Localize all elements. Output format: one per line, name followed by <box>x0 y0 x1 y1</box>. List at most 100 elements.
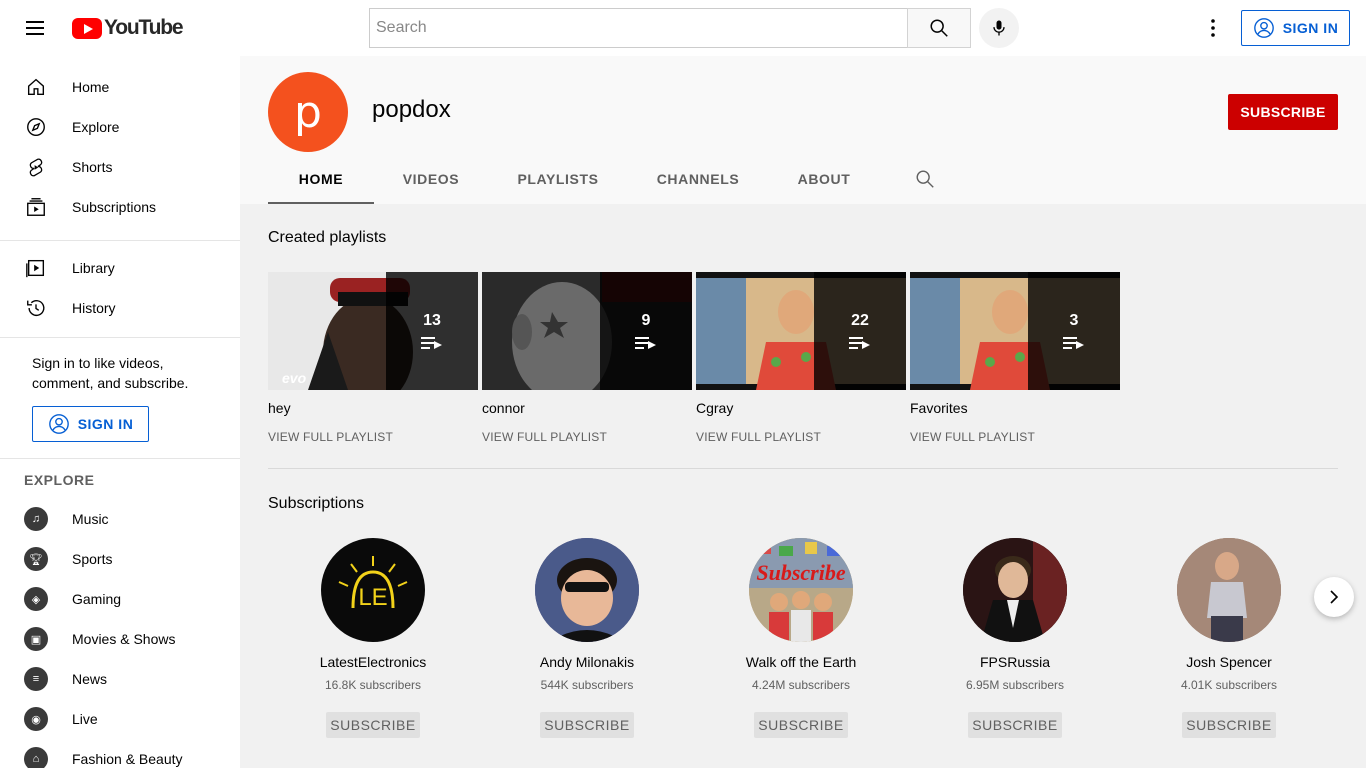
channel-header: p popdox SUBSCRIBE HOME VIDEOS PLAYLISTS… <box>240 56 1366 204</box>
playlist-card[interactable]: evo 13 hey VIEW FULL PLAYLIST <box>268 272 478 444</box>
channel-avatar[interactable] <box>1177 538 1281 642</box>
subscription-channel-card: Josh Spencer 4.01K subscribers SUBSCRIBE <box>1124 538 1334 738</box>
sidebar-item-label: Live <box>72 711 98 727</box>
sidebar-item-home[interactable]: Home <box>0 67 240 107</box>
playlist-title[interactable]: Favorites <box>910 400 1120 416</box>
playlist-video-count: 3 <box>1069 312 1079 329</box>
subscription-channel-name[interactable]: Andy Milonakis <box>482 654 692 670</box>
view-full-playlist-link[interactable]: VIEW FULL PLAYLIST <box>696 430 906 444</box>
subscription-channel-name[interactable]: FPSRussia <box>910 654 1120 670</box>
sidebar-item-label: Shorts <box>72 159 113 175</box>
evo-badge: evo <box>282 370 307 386</box>
channel-search-icon[interactable] <box>914 168 938 192</box>
menu-icon[interactable] <box>24 18 48 38</box>
sidebar-item-shorts[interactable]: Shorts <box>0 147 240 187</box>
subscriptions-section-title: Subscriptions <box>268 495 365 512</box>
subscribe-button[interactable]: SUBSCRIBE <box>326 712 420 738</box>
andy-avatar-image <box>535 538 639 642</box>
subscription-channel-name[interactable]: Walk off the Earth <box>696 654 906 670</box>
sidebar-item-music[interactable]: ♫ Music <box>0 499 240 539</box>
sidebar-sign-in-button[interactable]: SIGN IN <box>32 406 149 442</box>
microphone-icon <box>993 20 1005 36</box>
tab-videos[interactable]: VIDEOS <box>374 156 488 204</box>
sidebar-item-movies[interactable]: ▣ Movies & Shows <box>0 619 240 659</box>
sign-in-label: SIGN IN <box>77 416 134 432</box>
play-logo-icon <box>72 17 102 39</box>
subscription-channel-name[interactable]: LatestElectronics <box>268 654 478 670</box>
view-full-playlist-link[interactable]: VIEW FULL PLAYLIST <box>268 430 478 444</box>
playlist-icon <box>635 337 656 349</box>
sidebar-item-label: History <box>72 300 116 316</box>
playlist-thumbnail[interactable]: 3 <box>910 272 1120 390</box>
playlist-title[interactable]: Cgray <box>696 400 906 416</box>
next-arrow-button[interactable] <box>1314 577 1354 617</box>
view-full-playlist-link[interactable]: VIEW FULL PLAYLIST <box>910 430 1120 444</box>
subscription-channel-card: Subscribe Walk off the Earth 4.24M subsc… <box>696 538 906 738</box>
tab-channels[interactable]: CHANNELS <box>628 156 768 204</box>
subscribe-button[interactable]: SUBSCRIBE <box>540 712 634 738</box>
playlist-title[interactable]: hey <box>268 400 478 416</box>
subscribe-button[interactable]: SUBSCRIBE <box>754 712 848 738</box>
channel-name: popdox <box>372 96 451 123</box>
playlist-count-overlay: 9 <box>600 272 692 390</box>
search-box <box>369 8 908 48</box>
sign-in-promo-text: Sign in to like videos, comment, and sub… <box>32 355 189 391</box>
playlist-icon <box>849 337 870 349</box>
subscriber-count: 4.01K subscribers <box>1180 678 1278 692</box>
sidebar-item-news[interactable]: ≡ News <box>0 659 240 699</box>
playlist-thumbnail[interactable]: evo 13 <box>268 272 478 390</box>
playlist-video-count: 13 <box>423 312 441 329</box>
sign-in-button[interactable]: SIGN IN <box>1241 10 1350 46</box>
subscriber-count: 16.8K subscribers <box>324 678 422 692</box>
sidebar-item-label: Home <box>72 79 110 95</box>
account-icon <box>48 414 69 434</box>
tab-playlists[interactable]: PLAYLISTS <box>488 156 628 204</box>
playlist-thumbnail[interactable]: 9 <box>482 272 692 390</box>
search-button[interactable] <box>907 8 971 48</box>
playlist-icon <box>1063 337 1084 349</box>
subscribe-button[interactable]: SUBSCRIBE <box>1182 712 1276 738</box>
playlist-card[interactable]: 9 connor VIEW FULL PLAYLIST <box>482 272 692 444</box>
avatar-text: LE <box>358 584 387 611</box>
sidebar-item-live[interactable]: ◉ Live <box>0 699 240 739</box>
sidebar-item-subscriptions[interactable]: Subscriptions <box>0 187 240 227</box>
tab-home[interactable]: HOME <box>268 156 374 204</box>
playlist-count-overlay: 22 <box>814 272 906 390</box>
sidebar-divider <box>0 337 240 338</box>
youtube-logo[interactable]: YouTube <box>72 16 184 39</box>
sidebar-item-history[interactable]: History <box>0 288 240 328</box>
playlist-card[interactable]: 3 Favorites VIEW FULL PLAYLIST <box>910 272 1120 444</box>
trophy-icon: 🏆︎ <box>24 547 48 571</box>
playlist-video-count: 22 <box>851 312 869 329</box>
sidebar-item-library[interactable]: Library <box>0 248 240 288</box>
sidebar-item-fashion[interactable]: ⌂ Fashion & Beauty <box>0 739 240 768</box>
subscription-channel-name[interactable]: Josh Spencer <box>1124 654 1334 670</box>
shorts-icon <box>24 155 48 179</box>
sidebar-item-gaming[interactable]: ◈ Gaming <box>0 579 240 619</box>
playlist-count-overlay: 13 <box>386 272 478 390</box>
subscribe-button[interactable]: SUBSCRIBE <box>968 712 1062 738</box>
channel-avatar[interactable]: p <box>268 72 348 152</box>
fpsrussia-avatar-image <box>963 538 1067 642</box>
tab-about[interactable]: ABOUT <box>768 156 880 204</box>
walk-off-the-earth-avatar-image: Subscribe <box>749 538 853 642</box>
voice-search-button[interactable] <box>979 8 1019 48</box>
subscribe-button[interactable]: SUBSCRIBE <box>1228 94 1338 130</box>
playlist-video-count: 9 <box>641 312 651 329</box>
more-vert-icon <box>1211 19 1215 37</box>
sidebar-item-label: Library <box>72 260 115 276</box>
search-input[interactable] <box>370 9 908 47</box>
playlist-thumbnail[interactable]: 22 <box>696 272 906 390</box>
channel-avatar[interactable]: Subscribe <box>749 538 853 642</box>
sidebar-item-sports[interactable]: 🏆︎ Sports <box>0 539 240 579</box>
channel-avatar[interactable] <box>963 538 1067 642</box>
channel-avatar[interactable]: LE <box>321 538 425 642</box>
more-options-button[interactable] <box>1201 16 1225 40</box>
view-full-playlist-link[interactable]: VIEW FULL PLAYLIST <box>482 430 692 444</box>
channel-avatar[interactable] <box>535 538 639 642</box>
compass-icon <box>24 115 48 139</box>
home-icon <box>24 75 48 99</box>
sidebar-item-explore[interactable]: Explore <box>0 107 240 147</box>
playlist-title[interactable]: connor <box>482 400 692 416</box>
playlist-card[interactable]: 22 Cgray VIEW FULL PLAYLIST <box>696 272 906 444</box>
